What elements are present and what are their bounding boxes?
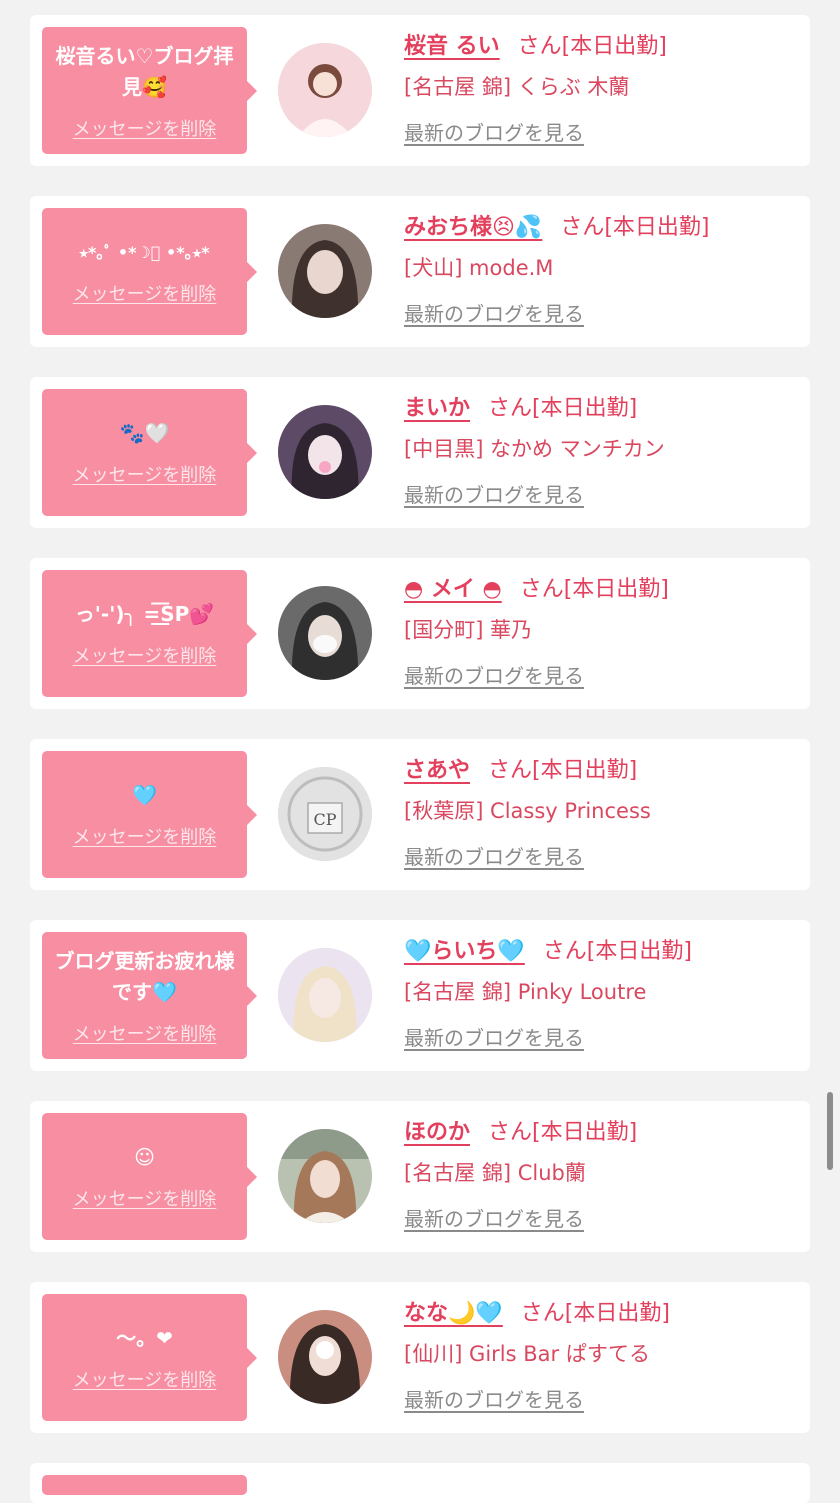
message-bubble: 🩵 メッセージを削除 — [42, 751, 257, 878]
message-text: 🐾🤍 — [119, 421, 170, 445]
entry-info: なな🌙🩵 さん[本日出勤] [仙川] Girls Bar ぱすてる 最新のブログを… — [404, 1294, 800, 1413]
cast-name-link[interactable]: さあや — [404, 758, 470, 783]
status-text: さん[本日出勤] — [519, 577, 669, 602]
list-item: ⭑*｡ﾟ •*☽ﾟ •*｡⭑* メッセージを削除 みおち様😣💦 さん[本日出勤] … — [30, 196, 810, 347]
avatar[interactable] — [278, 1310, 372, 1404]
list-item: っ'-')╮ =͟͟͞͞SP💕 メッセージを削除 ◓ メイ ◓ さん[本日出勤] … — [30, 558, 810, 709]
cast-name-link[interactable]: 🩵らいち🩵 — [404, 939, 525, 964]
message-bubble: 桜音るい♡ブログ拝見🥰 メッセージを削除 — [42, 27, 257, 154]
list-item: ブログ更新お疲れ様です🩵 メッセージを削除 🩵らいち🩵 さん[本日出勤] [名古屋… — [30, 920, 810, 1071]
avatar[interactable] — [278, 224, 372, 318]
latest-blog-link[interactable]: 最新のブログを見る — [404, 1022, 584, 1051]
list-item: 🩵 メッセージを削除 CP さあや さん[本日出勤] [秋葉原] Classy P… — [30, 739, 810, 890]
latest-blog-link[interactable]: 最新のブログを見る — [404, 660, 584, 689]
status-text: さん[本日出勤] — [542, 939, 692, 964]
list-item: 🐾🤍 メッセージを削除 まいか さん[本日出勤] [中目黒] なかめ マンチカン … — [30, 377, 810, 528]
latest-blog-link[interactable]: 最新のブログを見る — [404, 1384, 584, 1413]
latest-blog-link[interactable]: 最新のブログを見る — [404, 298, 584, 327]
message-bubble: ブログ更新お疲れ様です🩵 メッセージを削除 — [42, 932, 257, 1059]
delete-message-link[interactable]: メッセージを削除 — [73, 823, 217, 849]
avatar[interactable]: CP — [278, 767, 372, 861]
entry-info: ◓ メイ ◓ さん[本日出勤] [国分町] 華乃 最新のブログを見る — [404, 570, 800, 689]
message-text: 🩵 — [132, 783, 157, 807]
status-text: さん[本日出勤] — [488, 1120, 638, 1145]
message-text: 〜。❤ — [116, 1326, 173, 1350]
entry-info: 桜音 るい さん[本日出勤] [名古屋 錦] くらぶ 木蘭 最新のブログを見る — [404, 27, 800, 146]
list-item-partial — [30, 1463, 810, 1503]
message-text: ⭑*｡ﾟ •*☽ﾟ •*｡⭑* — [79, 243, 210, 262]
entry-info: まいか さん[本日出勤] [中目黒] なかめ マンチカン 最新のブログを見る — [404, 389, 800, 508]
latest-blog-link[interactable]: 最新のブログを見る — [404, 117, 584, 146]
shop-text: [中目黒] なかめ マンチカン — [404, 437, 665, 461]
shop-text: [名古屋 錦] Club蘭 — [404, 1161, 586, 1185]
delete-message-link[interactable]: メッセージを削除 — [73, 642, 217, 668]
avatar[interactable] — [278, 405, 372, 499]
shop-text: [仙川] Girls Bar ぱすてる — [404, 1342, 651, 1366]
svg-text:CP: CP — [313, 810, 336, 829]
cast-name-link[interactable]: まいか — [404, 396, 470, 421]
delete-message-link[interactable]: メッセージを削除 — [73, 1185, 217, 1211]
avatar[interactable] — [278, 1129, 372, 1223]
message-list: 桜音るい♡ブログ拝見🥰 メッセージを削除 桜音 るい さん[本日出勤] [名古屋 … — [30, 15, 810, 1463]
cast-name-link[interactable]: ◓ メイ ◓ — [404, 577, 502, 602]
message-bubble: っ'-')╮ =͟͟͞͞SP💕 メッセージを削除 — [42, 570, 257, 697]
latest-blog-link[interactable]: 最新のブログを見る — [404, 1203, 584, 1232]
avatar[interactable] — [278, 586, 372, 680]
avatar[interactable] — [278, 948, 372, 1042]
status-text: さん[本日出勤] — [520, 1301, 670, 1326]
cast-name-link[interactable]: ほのか — [404, 1120, 470, 1145]
delete-message-link[interactable]: メッセージを削除 — [73, 115, 217, 141]
message-text: 桜音るい♡ブログ拝見🥰 — [55, 43, 234, 99]
message-text: ☺︎ — [134, 1145, 155, 1169]
delete-message-link[interactable]: メッセージを削除 — [73, 1366, 217, 1392]
delete-message-link[interactable]: メッセージを削除 — [73, 1020, 217, 1046]
status-text: さん[本日出勤] — [560, 215, 710, 240]
status-text: さん[本日出勤] — [488, 396, 638, 421]
message-bubble: 🐾🤍 メッセージを削除 — [42, 389, 257, 516]
entry-info: さあや さん[本日出勤] [秋葉原] Classy Princess 最新のブログ… — [404, 751, 800, 870]
list-item: 桜音るい♡ブログ拝見🥰 メッセージを削除 桜音 るい さん[本日出勤] [名古屋 … — [30, 15, 810, 166]
message-bubble — [42, 1475, 247, 1495]
entry-info: 🩵らいち🩵 さん[本日出勤] [名古屋 錦] Pinky Loutre 最新のブロ… — [404, 932, 800, 1051]
message-bubble: ☺︎ メッセージを削除 — [42, 1113, 257, 1240]
latest-blog-link[interactable]: 最新のブログを見る — [404, 479, 584, 508]
shop-text: [名古屋 錦] くらぶ 木蘭 — [404, 75, 630, 99]
entry-info: ほのか さん[本日出勤] [名古屋 錦] Club蘭 最新のブログを見る — [404, 1113, 800, 1232]
message-text: ブログ更新お疲れ様です🩵 — [54, 948, 235, 1004]
shop-text: [秋葉原] Classy Princess — [404, 799, 651, 823]
list-item: ☺︎ メッセージを削除 ほのか さん[本日出勤] [名古屋 錦] Club蘭 最新… — [30, 1101, 810, 1252]
status-text: さん[本日出勤] — [517, 34, 667, 59]
status-text: さん[本日出勤] — [488, 758, 638, 783]
latest-blog-link[interactable]: 最新のブログを見る — [404, 841, 584, 870]
entry-info: みおち様😣💦 さん[本日出勤] [犬山] mode.M 最新のブログを見る — [404, 208, 800, 327]
shop-text: [名古屋 錦] Pinky Loutre — [404, 980, 647, 1004]
delete-message-link[interactable]: メッセージを削除 — [73, 280, 217, 306]
cast-name-link[interactable]: なな🌙🩵 — [404, 1301, 503, 1326]
message-bubble: ⭑*｡ﾟ •*☽ﾟ •*｡⭑* メッセージを削除 — [42, 208, 257, 335]
delete-message-link[interactable]: メッセージを削除 — [73, 461, 217, 487]
cast-name-link[interactable]: 桜音 るい — [404, 34, 500, 59]
message-bubble: 〜。❤ メッセージを削除 — [42, 1294, 257, 1421]
scrollbar-thumb[interactable] — [827, 1092, 833, 1170]
avatar[interactable] — [278, 43, 372, 137]
message-text: っ'-')╮ =͟͟͞͞SP💕 — [74, 602, 215, 626]
shop-text: [国分町] 華乃 — [404, 618, 533, 642]
list-item: 〜。❤ メッセージを削除 なな🌙🩵 さん[本日出勤] [仙川] Girls Bar… — [30, 1282, 810, 1433]
shop-text: [犬山] mode.M — [404, 256, 554, 280]
cast-name-link[interactable]: みおち様😣💦 — [404, 215, 542, 240]
